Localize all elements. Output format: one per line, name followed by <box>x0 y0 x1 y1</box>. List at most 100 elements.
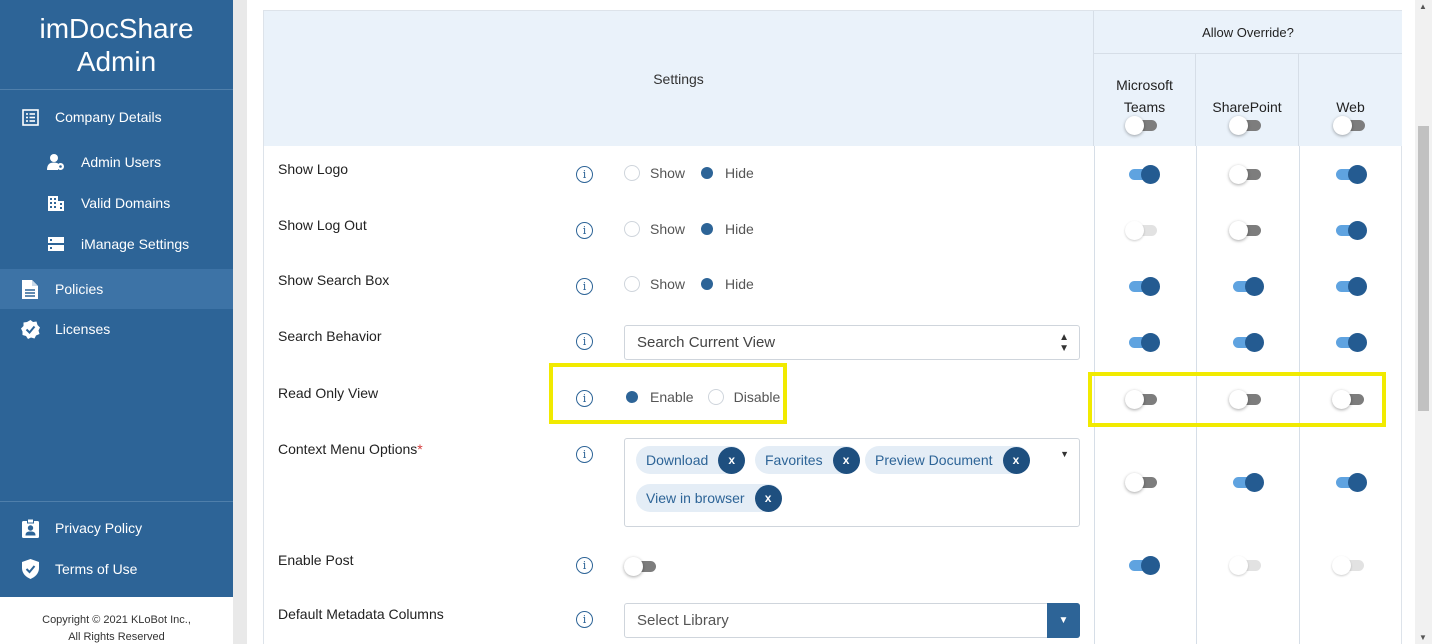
scroll-down-arrow-icon[interactable]: ▼ <box>1419 633 1427 642</box>
chip-remove-button[interactable]: x <box>1002 446 1030 474</box>
row-label-default-metadata-columns: Default Metadata Columns <box>278 606 444 622</box>
copyright-line-2: All Rights Reserved <box>68 631 165 643</box>
scroll-thumb[interactable] <box>1418 126 1429 411</box>
required-marker: * <box>417 441 423 457</box>
radio-show[interactable] <box>624 165 640 181</box>
row-label-show-log-out: Show Log Out <box>278 217 367 233</box>
toggle-show-logo-web[interactable] <box>1332 164 1367 184</box>
highlight-read-only-radio <box>549 363 787 424</box>
chevron-down-icon[interactable]: ▼ <box>1047 603 1080 638</box>
brand-line-1: imDocShare <box>39 13 194 44</box>
column-header-microsoft-teams: Microsoft Teams <box>1094 54 1196 146</box>
toggle-context-menu-sharepoint[interactable] <box>1229 472 1264 492</box>
select-value: Search Current View <box>637 334 776 351</box>
chip-view-in-browser: View in browser x <box>636 484 782 512</box>
toggle-context-menu-teams[interactable] <box>1125 472 1159 492</box>
scroll-up-arrow-icon[interactable]: ▲ <box>1419 2 1427 11</box>
select-caret-icon: ▲ ▼ <box>1059 331 1069 354</box>
row-label-read-only-view: Read Only View <box>278 385 379 401</box>
toggle-show-search-box-teams[interactable] <box>1125 276 1160 296</box>
toggle-show-search-box-sharepoint[interactable] <box>1229 276 1264 296</box>
context-menu-multiselect[interactable]: Download x Favorites x Preview Document x V… <box>624 438 1080 527</box>
info-icon[interactable]: i <box>576 278 593 295</box>
chip-preview-document: Preview Document x <box>865 446 1030 474</box>
radio-hide[interactable] <box>699 221 716 237</box>
toggle-show-logo-sharepoint[interactable] <box>1229 164 1263 184</box>
enable-post-toggle[interactable] <box>624 556 658 576</box>
chip-remove-button[interactable]: x <box>832 446 860 474</box>
sidebar: imDocShare Admin Company Details Admin U… <box>0 0 233 644</box>
toggle-search-behavior-teams[interactable] <box>1125 332 1160 352</box>
toggle-search-behavior-web[interactable] <box>1332 332 1367 352</box>
toggle-show-log-out-sharepoint[interactable] <box>1229 220 1263 240</box>
copyright-line-1: Copyright © 2021 KLoBot Inc., <box>42 614 191 626</box>
sidebar-item-label: Company Details <box>55 109 162 125</box>
vertical-scrollbar[interactable]: ▲ ▼ <box>1415 0 1432 644</box>
radio-label: Hide <box>725 221 754 237</box>
row-label-context-menu-options: Context Menu Options* <box>278 441 423 457</box>
toggle-enable-post-teams[interactable] <box>1125 555 1160 575</box>
chip-label: View in browser <box>646 490 745 506</box>
radio-show[interactable] <box>624 276 640 292</box>
chip-remove-button[interactable]: x <box>718 446 746 474</box>
sidebar-item-admin-users[interactable]: Admin Users <box>0 142 233 182</box>
sidebar-item-label: Terms of Use <box>55 561 138 577</box>
server-icon <box>46 234 66 254</box>
radio-label: Show <box>650 276 686 292</box>
info-icon[interactable]: i <box>576 611 593 628</box>
sidebar-item-imanage-settings[interactable]: iManage Settings <box>0 224 233 264</box>
chip-label: Favorites <box>765 452 823 468</box>
sidebar-divider <box>0 501 233 502</box>
toggle-context-menu-web[interactable] <box>1332 472 1367 492</box>
policies-table: Settings Allow Override? Microsoft Teams … <box>263 10 1402 644</box>
badge-check-icon <box>20 319 40 339</box>
toggle-search-behavior-sharepoint[interactable] <box>1229 332 1264 352</box>
toggle-enable-post-web[interactable] <box>1332 555 1366 575</box>
building-icon <box>46 193 66 213</box>
select-library-dropdown[interactable]: Select Library ▼ <box>624 603 1080 638</box>
column-toggle-sharepoint[interactable] <box>1229 115 1263 135</box>
sidebar-item-valid-domains[interactable]: Valid Domains <box>0 183 233 223</box>
radio-group-show-log-out: Show Hide <box>624 221 768 237</box>
chevron-down-icon[interactable]: ▼ <box>1060 449 1069 459</box>
toggle-show-log-out-web[interactable] <box>1332 220 1367 240</box>
column-toggle-microsoft-teams[interactable] <box>1125 115 1159 135</box>
info-icon[interactable]: i <box>576 333 593 350</box>
radio-group-show-search-box: Show Hide <box>624 276 768 292</box>
info-icon[interactable]: i <box>576 222 593 239</box>
toggle-show-search-box-web[interactable] <box>1332 276 1367 296</box>
chip-remove-button[interactable]: x <box>754 484 782 512</box>
sidebar-item-privacy-policy[interactable]: Privacy Policy <box>0 508 233 548</box>
column-header-sharepoint: SharePoint <box>1196 54 1299 146</box>
radio-show[interactable] <box>624 221 640 237</box>
radio-hide[interactable] <box>699 165 716 181</box>
chip-download: Download x <box>636 446 746 474</box>
select-placeholder: Select Library <box>637 612 729 629</box>
sidebar-item-policies[interactable]: Policies <box>0 269 233 309</box>
copyright-footer: Copyright © 2021 KLoBot Inc., All Rights… <box>0 597 233 644</box>
search-behavior-select[interactable]: Search Current View ▲ ▼ <box>624 325 1080 360</box>
toggle-show-log-out-teams[interactable] <box>1125 220 1159 240</box>
settings-header: Settings <box>264 11 1094 146</box>
column-toggle-web[interactable] <box>1333 115 1367 135</box>
shield-check-icon <box>20 559 40 579</box>
brand-title: imDocShare Admin <box>0 0 233 90</box>
sidebar-item-label: Admin Users <box>81 154 162 170</box>
sidebar-item-licenses[interactable]: Licenses <box>0 309 233 349</box>
document-icon <box>20 279 40 299</box>
sidebar-item-company-details[interactable]: Company Details <box>0 97 233 137</box>
row-label-show-logo: Show Logo <box>278 161 349 177</box>
info-icon[interactable]: i <box>576 446 593 463</box>
info-icon[interactable]: i <box>576 557 593 574</box>
sidebar-item-label: Policies <box>55 281 104 297</box>
allow-override-title: Allow Override? <box>1094 11 1402 54</box>
list-icon <box>20 107 40 127</box>
sidebar-item-terms-of-use[interactable]: Terms of Use <box>0 549 233 589</box>
radio-hide[interactable] <box>699 276 716 292</box>
chip-label: Preview Document <box>875 452 993 468</box>
radio-label: Hide <box>725 276 754 292</box>
toggle-enable-post-sharepoint[interactable] <box>1229 555 1263 575</box>
brand-line-2: Admin <box>76 46 157 77</box>
toggle-show-logo-teams[interactable] <box>1125 164 1160 184</box>
info-icon[interactable]: i <box>576 166 593 183</box>
